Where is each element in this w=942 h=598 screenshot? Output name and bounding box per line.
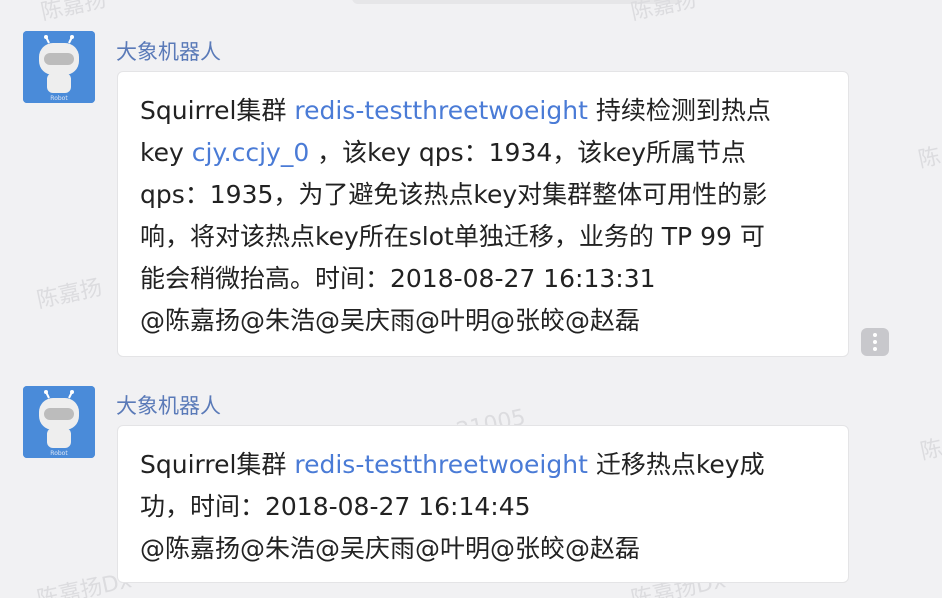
message-text: key [140, 138, 192, 167]
message-text: Squirrel集群 [140, 96, 295, 125]
watermark: 陈嘉扬 [34, 275, 105, 314]
message-line: 功，时间：2018-08-27 16:14:45 [140, 492, 531, 521]
svg-text:Robot: Robot [50, 450, 68, 457]
message-text: Squirrel集群 [140, 450, 295, 479]
message-bubble: Squirrel集群 redis-testthreetwoeight 迁移热点k… [117, 425, 849, 583]
watermark: 陈 [916, 143, 942, 173]
message-line: 能会稍微抬高。时间：2018-08-27 16:13:31 [140, 264, 656, 293]
more-options-button[interactable] [861, 328, 889, 356]
robot-avatar-icon[interactable]: Robot [23, 386, 95, 458]
robot-avatar-icon[interactable]: Robot [23, 31, 95, 103]
message-line: key cjy.ccjy_0 ，该key qps：1934，该key所属节点 [140, 132, 826, 174]
message-bubble: Squirrel集群 redis-testthreetwoeight 持续检测到… [117, 71, 849, 357]
message-line: qps：1935，为了避免该热点key对集群整体可用性的影 [140, 180, 768, 209]
mentions-line: @陈嘉扬@朱浩@吴庆雨@叶明@张皎@赵磊 [140, 306, 641, 335]
hotkey-link[interactable]: cjy.ccjy_0 [192, 138, 310, 167]
more-vertical-icon [873, 333, 877, 351]
message-line: Squirrel集群 redis-testthreetwoeight 迁移热点k… [140, 444, 826, 486]
sender-name: 大象机器人 [116, 394, 221, 418]
message-line: 响，将对该热点key所在slot单独迁移，业务的 TP 99 可 [140, 222, 765, 251]
sender-name: 大象机器人 [116, 40, 221, 64]
message-text: 持续检测到热点 [587, 96, 771, 125]
svg-text:Robot: Robot [50, 95, 68, 102]
message-line: Squirrel集群 redis-testthreetwoeight 持续检测到… [140, 90, 826, 132]
message-text: 迁移热点key成 [587, 450, 765, 479]
message-text: ，该key qps：1934，该key所属节点 [309, 138, 747, 167]
cluster-link[interactable]: redis-testthreetwoeight [294, 96, 588, 125]
mentions-line: @陈嘉扬@朱浩@吴庆雨@叶明@张皎@赵磊 [140, 534, 641, 563]
watermark: 陈 [918, 435, 942, 465]
chat-window: 陈嘉扬 陈嘉扬 陈嘉扬 21005 陈嘉扬Dx 陈嘉扬Dx 陈 陈 Robot … [0, 0, 942, 598]
scroll-hint-bar [352, 0, 682, 4]
cluster-link[interactable]: redis-testthreetwoeight [294, 450, 588, 479]
watermark: 陈嘉扬 [38, 0, 109, 26]
